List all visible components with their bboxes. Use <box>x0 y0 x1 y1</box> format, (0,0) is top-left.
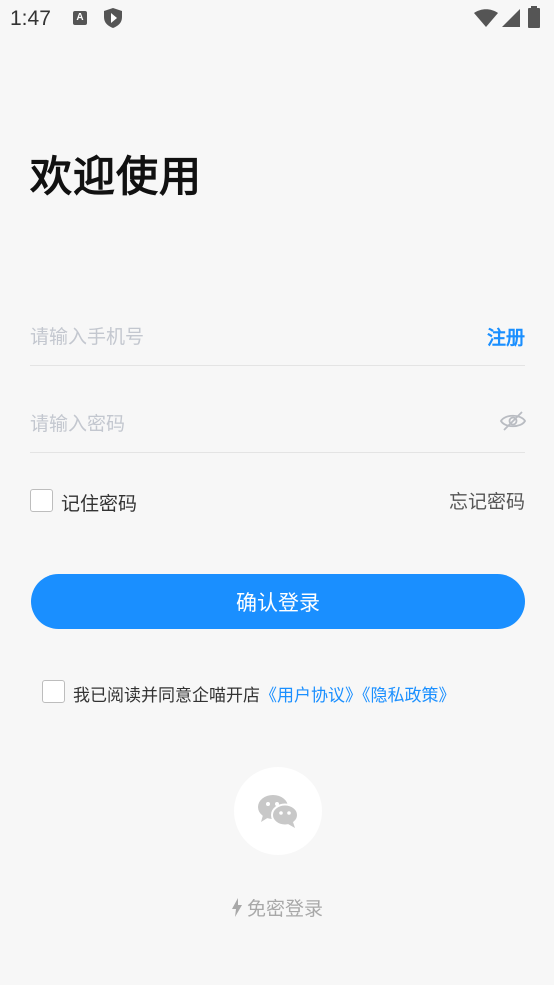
page-title: 欢迎使用 <box>30 152 203 201</box>
phone-input[interactable] <box>30 317 450 357</box>
quick-login-label: 免密登录 <box>246 898 323 920</box>
status-bar: 1:47 A <box>0 0 554 38</box>
quick-login-link[interactable]: 免密登录 <box>0 894 554 922</box>
a-app-icon: A <box>73 11 87 25</box>
agreement-prefix: 我已阅读并同意企喵开店 <box>73 686 260 706</box>
confirm-login-button[interactable]: 确认登录 <box>31 574 525 629</box>
agreement-checkbox[interactable] <box>42 680 65 703</box>
status-time: 1:47 <box>10 7 51 30</box>
signal-icon <box>502 9 520 31</box>
wechat-login-button[interactable] <box>234 767 322 855</box>
agreement-text: 我已阅读并同意企喵开店《用户协议》《隐私政策》 <box>73 681 456 706</box>
phone-underline <box>30 365 525 366</box>
register-link[interactable]: 注册 <box>487 323 525 350</box>
shield-icon <box>104 8 122 32</box>
password-underline <box>30 452 525 453</box>
battery-icon <box>528 6 540 32</box>
forgot-password-link[interactable]: 忘记密码 <box>449 487 525 514</box>
wifi-icon <box>474 9 498 31</box>
eye-off-icon[interactable] <box>499 410 527 436</box>
lightning-icon <box>231 898 243 922</box>
wechat-icon <box>257 793 299 833</box>
remember-password-checkbox[interactable] <box>30 489 53 512</box>
password-input[interactable] <box>30 404 450 444</box>
remember-password-label: 记住密码 <box>61 493 138 515</box>
privacy-policy-link[interactable]: 《隐私政策》 <box>362 686 456 706</box>
user-agreement-link[interactable]: 《用户协议》 <box>260 686 362 706</box>
